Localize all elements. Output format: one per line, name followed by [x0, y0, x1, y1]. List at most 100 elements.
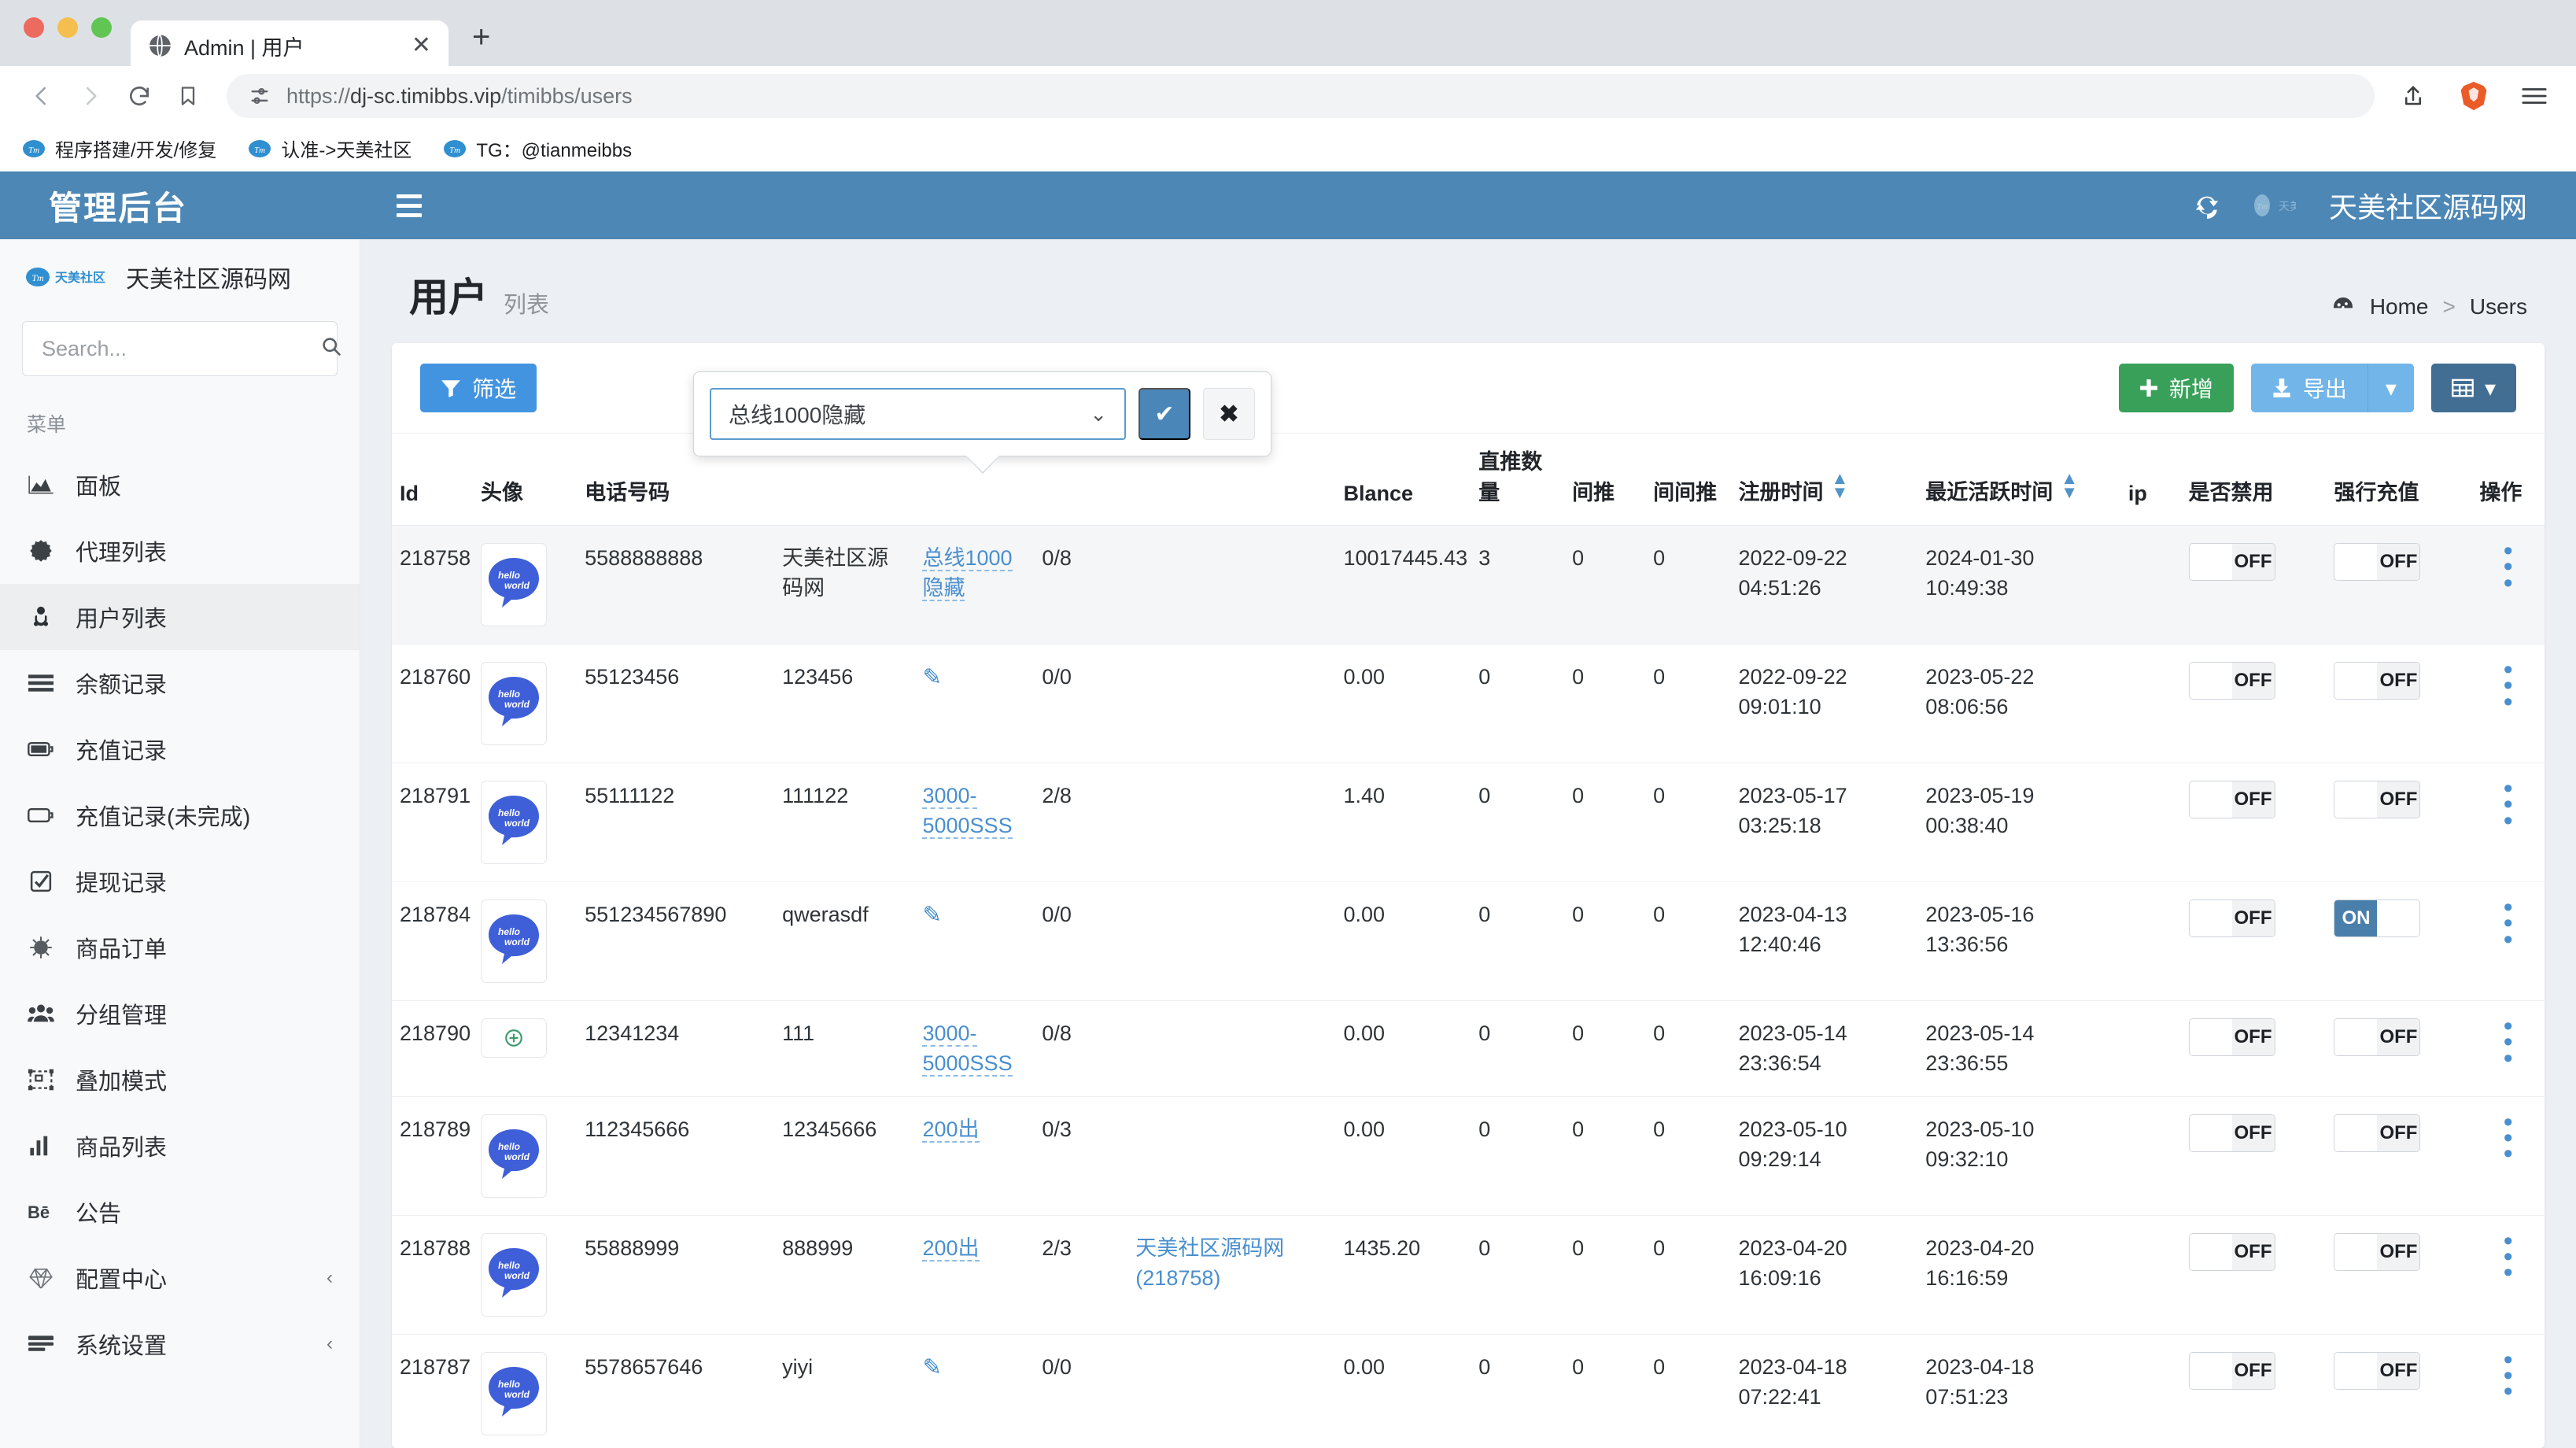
force-recharge-toggle[interactable]: OFF: [2334, 662, 2421, 700]
table-row[interactable]: 218760 hello world 55123456 123456 ✎ 0/0 0.0…: [392, 644, 2545, 763]
cell-direct: 0: [1471, 1000, 1565, 1097]
bookmark-item[interactable]: Tm TG：@tianmeibbs: [443, 135, 632, 162]
sidebar-item-withdraw-records[interactable]: 提现记录: [0, 848, 360, 914]
banned-toggle[interactable]: OFF: [2188, 899, 2275, 937]
force-recharge-toggle[interactable]: OFF: [2334, 1351, 2421, 1390]
table-row[interactable]: 218787 hello world 5578657646 yiyi ✎ 0/0 0.0…: [392, 1334, 2545, 1448]
banned-toggle[interactable]: OFF: [2188, 1351, 2275, 1390]
sidebar-brand[interactable]: Tm 天美社区 天美社区源码网: [0, 239, 360, 315]
edit-group-icon[interactable]: ✎: [922, 665, 941, 690]
sidebar-item-recharge-records[interactable]: 充值记录: [0, 716, 360, 782]
address-bar[interactable]: https://dj-sc.timibbs.vip/timibbs/users: [227, 74, 2375, 118]
search-icon[interactable]: [320, 335, 342, 363]
sidebar-item-product-orders[interactable]: 商品订单: [0, 914, 360, 981]
banned-toggle[interactable]: OFF: [2188, 662, 2275, 700]
force-recharge-toggle[interactable]: OFF: [2334, 781, 2421, 818]
sort-icon[interactable]: ▲ ▼: [1832, 470, 1849, 501]
confirm-button[interactable]: ✔: [1139, 388, 1190, 440]
sidebar-item-group-management[interactable]: 分组管理: [0, 981, 360, 1047]
sort-icon[interactable]: ▲ ▼: [2061, 470, 2078, 501]
row-actions-button[interactable]: • • •: [2479, 1227, 2537, 1286]
col-last-active[interactable]: 最近活跃时间 ▲ ▼: [1917, 434, 2120, 526]
force-recharge-toggle[interactable]: OFF: [2334, 543, 2421, 581]
group-link[interactable]: 总线1000隐藏: [922, 546, 1013, 602]
row-actions-button[interactable]: • • •: [2479, 656, 2537, 715]
row-actions-button[interactable]: • • •: [2479, 1013, 2537, 1072]
bookmark-button[interactable]: [164, 72, 212, 120]
col-reg-time[interactable]: 注册时间 ▲ ▼: [1730, 434, 1918, 526]
edit-group-icon[interactable]: ✎: [922, 1355, 941, 1380]
forward-button[interactable]: [66, 72, 115, 120]
columns-button[interactable]: ▾: [2430, 364, 2516, 412]
table-row[interactable]: 218788 hello world 55888999 888999 200出 2/3…: [392, 1215, 2545, 1335]
back-button[interactable]: [17, 72, 66, 120]
brave-shield-icon[interactable]: [2456, 80, 2491, 112]
sidebar-item-recharge-incomplete[interactable]: 充值记录(未完成): [0, 782, 360, 848]
cell-indirect2: 0: [1645, 1096, 1731, 1216]
force-recharge-toggle[interactable]: OFF: [2334, 1114, 2421, 1152]
banned-toggle[interactable]: OFF: [2188, 1232, 2275, 1271]
banned-toggle[interactable]: OFF: [2188, 1018, 2275, 1056]
bookmark-item[interactable]: Tm 程序搭建/开发/修复: [22, 135, 216, 162]
svg-text:Tm: Tm: [449, 146, 460, 155]
search-input[interactable]: [42, 336, 320, 361]
sidebar-item-system-settings[interactable]: 系统设置 ‹: [0, 1311, 360, 1377]
force-recharge-toggle[interactable]: OFF: [2334, 1018, 2421, 1056]
banned-toggle[interactable]: OFF: [2188, 543, 2275, 581]
group-link[interactable]: 200出: [922, 1117, 980, 1143]
edit-group-icon[interactable]: ✎: [922, 903, 941, 928]
banned-toggle[interactable]: OFF: [2188, 1114, 2275, 1152]
reload-button[interactable]: [115, 72, 164, 120]
filter-icon: [441, 380, 460, 397]
table-row[interactable]: 218758 hello world 5588888888 天美社区源码网 总线10…: [392, 525, 2545, 645]
browser-tab[interactable]: Admin | 用户 ✕: [131, 20, 448, 71]
svg-text:world: world: [504, 580, 530, 591]
sidebar-item-product-list[interactable]: 商品列表: [0, 1113, 360, 1179]
group-link[interactable]: 3000-5000SSS: [922, 784, 1013, 840]
sidebar-item-config-center[interactable]: 配置中心 ‹: [0, 1245, 360, 1311]
row-actions-button[interactable]: • • •: [2479, 537, 2537, 597]
force-recharge-toggle[interactable]: ON: [2334, 899, 2421, 937]
sidebar-item-dashboard[interactable]: 面板: [0, 452, 360, 518]
sidebar-item-agents[interactable]: 代理列表: [0, 518, 360, 584]
export-button[interactable]: 导出: [2250, 364, 2367, 412]
cell-ops: • • •: [2471, 1334, 2545, 1448]
group-select[interactable]: 总线1000隐藏 ⌄: [710, 388, 1126, 440]
close-tab-button[interactable]: ✕: [411, 34, 431, 57]
force-recharge-toggle[interactable]: OFF: [2334, 1232, 2421, 1271]
site-settings-icon[interactable]: [249, 85, 271, 107]
table-row[interactable]: 218791 hello world 55111122 111122 3000-50…: [392, 763, 2545, 882]
new-tab-button[interactable]: +: [472, 20, 490, 55]
share-button[interactable]: [2389, 72, 2438, 120]
breadcrumb-home[interactable]: Home: [2370, 294, 2429, 320]
banned-toggle[interactable]: OFF: [2188, 781, 2275, 818]
row-actions-button[interactable]: • • •: [2479, 1108, 2537, 1167]
row-actions-button[interactable]: • • •: [2479, 1346, 2537, 1405]
sidebar-toggle-button[interactable]: [397, 194, 422, 217]
close-window-button[interactable]: [24, 17, 44, 38]
parent-link[interactable]: 天美社区源码网 (218758): [1135, 1236, 1284, 1290]
refresh-button[interactable]: [2194, 192, 2220, 219]
table-row[interactable]: 218790 12341234 111 3000-5000SSS 0/8 0.00 0 0 0 2…: [392, 1000, 2545, 1097]
browser-menu-button[interactable]: [2510, 72, 2559, 120]
bookmark-item[interactable]: Tm 认准->天美社区: [248, 135, 411, 162]
group-link[interactable]: 200出: [922, 1236, 980, 1261]
maximize-window-button[interactable]: [91, 17, 112, 38]
sidebar-item-announcements[interactable]: Bē 公告: [0, 1179, 360, 1245]
sidebar-item-users[interactable]: 用户列表: [0, 584, 360, 650]
cancel-button[interactable]: ✖: [1203, 388, 1255, 440]
group-link[interactable]: 3000-5000SSS: [922, 1021, 1013, 1077]
table-scroll-area[interactable]: Id 头像 电话号码 Blance 直推数量 间推 间间推 注册时间 ▲ ▼ 最…: [392, 434, 2545, 1448]
minimize-window-button[interactable]: [57, 17, 78, 38]
row-actions-button[interactable]: • • •: [2479, 894, 2537, 953]
add-button[interactable]: 新增: [2118, 364, 2234, 412]
filter-button[interactable]: 筛选: [420, 364, 537, 412]
row-actions-button[interactable]: • • •: [2479, 775, 2537, 834]
sidebar-item-overlay-mode[interactable]: 叠加模式: [0, 1047, 360, 1113]
sidebar-item-balance-records[interactable]: 余额记录: [0, 650, 360, 716]
export-dropdown-button[interactable]: ▾: [2367, 364, 2414, 412]
sidebar-search[interactable]: [22, 321, 341, 376]
table-row[interactable]: 218789 hello world 112345666 12345666 200出…: [392, 1096, 2545, 1216]
table-row[interactable]: 218784 hello world 551234567890 qwerasdf ✎…: [392, 881, 2545, 1001]
cell-force-recharge: OFF: [2326, 1096, 2472, 1216]
